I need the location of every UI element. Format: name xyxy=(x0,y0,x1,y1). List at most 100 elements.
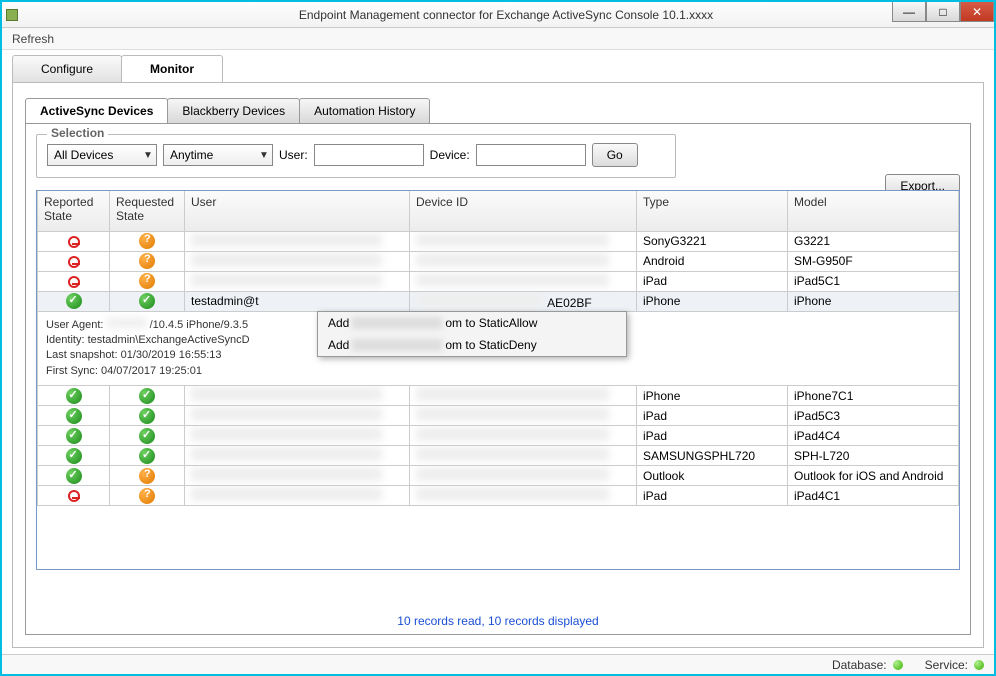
titlebar: Endpoint Management connector for Exchan… xyxy=(2,2,994,28)
cell-deviceid xyxy=(410,271,637,291)
col-reported-state[interactable]: Reported State xyxy=(38,191,110,231)
records-footer: 10 records read, 10 records displayed xyxy=(26,608,970,628)
cell-type: iPad xyxy=(637,271,788,291)
status-database-label: Database: xyxy=(832,658,887,672)
deny-icon xyxy=(68,236,80,248)
deny-icon xyxy=(68,256,80,268)
subtab-activesync[interactable]: ActiveSync Devices xyxy=(25,98,168,123)
cell-user xyxy=(185,446,410,466)
tab-monitor[interactable]: Monitor xyxy=(121,55,223,82)
selection-group: Selection All Devices ▼ Anytime ▼ User: … xyxy=(36,134,676,178)
table-row[interactable]: iPadiPad4C4 xyxy=(38,426,959,446)
user-input[interactable] xyxy=(314,144,424,166)
cell-user: testadmin@t xyxy=(185,291,410,311)
go-button[interactable]: Go xyxy=(592,143,638,167)
cell-user xyxy=(185,386,410,406)
col-device-id[interactable]: Device ID xyxy=(410,191,637,231)
allow-icon xyxy=(66,388,82,404)
service-status-icon xyxy=(974,660,984,670)
table-row[interactable]: AndroidSM-G950F xyxy=(38,251,959,271)
col-model[interactable]: Model xyxy=(788,191,959,231)
cell-model: iPad4C4 xyxy=(788,426,959,446)
cell-user xyxy=(185,426,410,446)
allow-icon xyxy=(139,293,155,309)
redacted-text xyxy=(352,317,442,329)
menubar: Refresh xyxy=(2,28,994,50)
deny-icon xyxy=(68,490,80,502)
table-row[interactable]: SonyG3221G3221 xyxy=(38,231,959,251)
device-filter-combo[interactable]: All Devices ▼ xyxy=(47,144,157,166)
device-label: Device: xyxy=(430,148,470,162)
maximize-button[interactable]: □ xyxy=(926,2,960,22)
device-table-wrap: Reported State Requested State User Devi… xyxy=(36,190,960,570)
cell-deviceid xyxy=(410,231,637,251)
cell-type: Outlook xyxy=(637,466,788,486)
table-row[interactable]: iPadiPad4C1 xyxy=(38,486,959,506)
app-icon xyxy=(6,9,18,21)
sub-tabs: ActiveSync Devices Blackberry Devices Au… xyxy=(25,95,971,123)
allow-icon xyxy=(66,448,82,464)
close-button[interactable]: ✕ xyxy=(960,2,994,22)
allow-icon xyxy=(139,428,155,444)
cell-type: SonyG3221 xyxy=(637,231,788,251)
allow-icon xyxy=(139,448,155,464)
cell-deviceid: AE02BF xyxy=(410,291,637,311)
table-row[interactable]: OutlookOutlook for iOS and Android xyxy=(38,466,959,486)
chevron-down-icon: ▼ xyxy=(256,150,272,161)
context-menu: Add om to StaticAllow Add om to StaticDe… xyxy=(317,311,627,357)
allow-icon xyxy=(66,468,82,484)
cell-deviceid xyxy=(410,426,637,446)
tab-configure[interactable]: Configure xyxy=(12,55,122,82)
minimize-button[interactable]: — xyxy=(892,2,926,22)
cell-type: iPad xyxy=(637,426,788,446)
cell-model: iPad4C1 xyxy=(788,486,959,506)
cell-deviceid xyxy=(410,486,637,506)
ctx-add-staticallow[interactable]: Add om to StaticAllow xyxy=(318,312,626,334)
cell-user xyxy=(185,251,410,271)
cell-model: iPhone7C1 xyxy=(788,386,959,406)
menu-refresh[interactable]: Refresh xyxy=(12,32,54,46)
cell-user xyxy=(185,271,410,291)
subtab-blackberry[interactable]: Blackberry Devices xyxy=(167,98,300,123)
col-requested-state[interactable]: Requested State xyxy=(110,191,185,231)
table-row[interactable]: iPadiPad5C1 xyxy=(38,271,959,291)
quest-icon xyxy=(139,253,155,269)
cell-model: iPad5C3 xyxy=(788,406,959,426)
cell-model: SM-G950F xyxy=(788,251,959,271)
subtab-content: Selection All Devices ▼ Anytime ▼ User: … xyxy=(25,123,971,635)
cell-model: iPhone xyxy=(788,291,959,311)
subtab-automation[interactable]: Automation History xyxy=(299,98,430,123)
table-row[interactable]: iPhoneiPhone7C1 xyxy=(38,386,959,406)
allow-icon xyxy=(139,388,155,404)
cell-deviceid xyxy=(410,446,637,466)
cell-type: iPhone xyxy=(637,291,788,311)
cell-type: SAMSUNGSPHL720 xyxy=(637,446,788,466)
status-service-label: Service: xyxy=(925,658,968,672)
deny-icon xyxy=(68,276,80,288)
cell-model: iPad5C1 xyxy=(788,271,959,291)
table-row[interactable]: iPadiPad5C3 xyxy=(38,406,959,426)
allow-icon xyxy=(66,408,82,424)
user-label: User: xyxy=(279,148,308,162)
device-input[interactable] xyxy=(476,144,586,166)
cell-type: iPad xyxy=(637,406,788,426)
quest-icon xyxy=(139,488,155,504)
cell-type: iPhone xyxy=(637,386,788,406)
col-type[interactable]: Type xyxy=(637,191,788,231)
quest-icon xyxy=(139,233,155,249)
cell-deviceid xyxy=(410,466,637,486)
chevron-down-icon: ▼ xyxy=(140,150,156,161)
cell-user xyxy=(185,231,410,251)
table-row[interactable]: SAMSUNGSPHL720SPH-L720 xyxy=(38,446,959,466)
allow-icon xyxy=(66,428,82,444)
table-row[interactable]: testadmin@t AE02BFiPhoneiPhone xyxy=(38,291,959,311)
selection-legend: Selection xyxy=(47,126,108,140)
ctx-add-staticdeny[interactable]: Add om to StaticDeny xyxy=(318,334,626,356)
cell-deviceid xyxy=(410,251,637,271)
cell-user xyxy=(185,466,410,486)
allow-icon xyxy=(66,293,82,309)
window-title: Endpoint Management connector for Exchan… xyxy=(18,8,994,22)
time-filter-combo[interactable]: Anytime ▼ xyxy=(163,144,273,166)
cell-deviceid xyxy=(410,386,637,406)
col-user[interactable]: User xyxy=(185,191,410,231)
